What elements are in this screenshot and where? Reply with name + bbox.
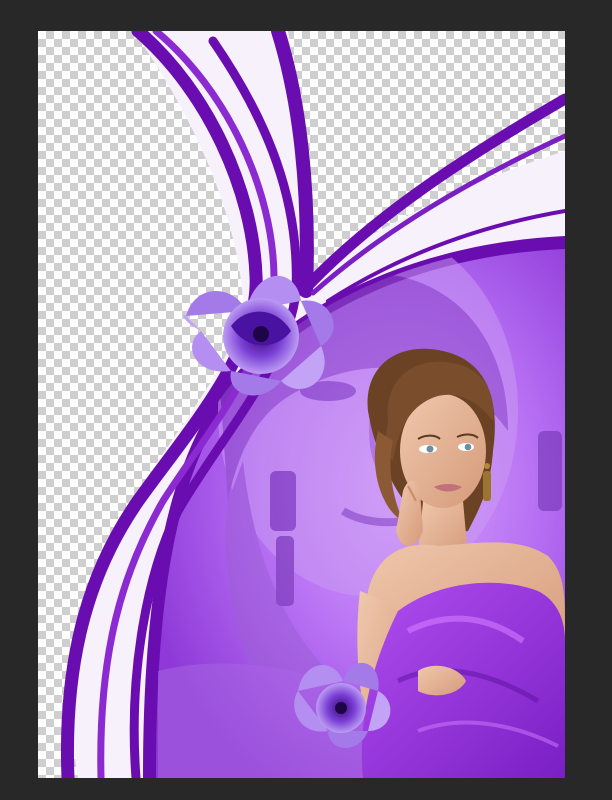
design-artwork <box>60 31 565 778</box>
editor-workspace <box>0 0 612 800</box>
document-canvas[interactable] <box>38 31 565 778</box>
